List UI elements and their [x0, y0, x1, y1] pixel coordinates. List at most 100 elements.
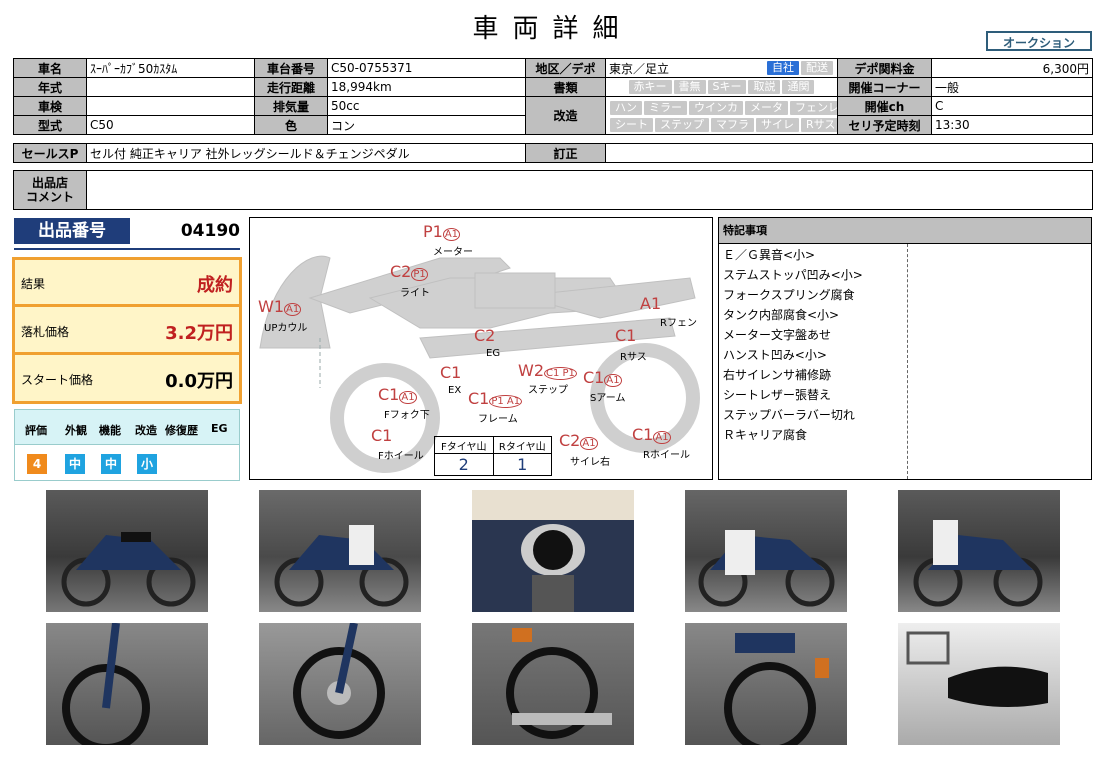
time-label: セリ予定時刻 — [837, 115, 932, 135]
note-item: メーター文字盤あせ — [723, 328, 832, 342]
mod-tags: ハンミラーウインカメータフェンレス シートステップマフラサイレRサス — [605, 96, 838, 135]
damage-mark: C2 P1 — [390, 262, 428, 281]
damage-mark: C1 A1 — [632, 425, 671, 444]
region-tag-own: 自社 — [767, 60, 799, 75]
fee-label: デポ関料金 — [837, 58, 932, 78]
mark-code: W1 — [258, 297, 284, 316]
start-value: 0.0万円 — [165, 371, 233, 392]
docs-tag: 取説 — [748, 80, 781, 94]
damage-mark: C1 — [615, 326, 636, 345]
region-cell: 東京／足立 自社 配送 — [605, 58, 838, 78]
mod-tag: ハン — [610, 100, 642, 115]
lot-number: 04190 — [180, 221, 240, 241]
note-item: シートレザー張替え — [723, 388, 832, 402]
mod-tag: ウインカ — [689, 100, 743, 115]
mark-sub: A1 — [580, 437, 598, 450]
vehicle-photo[interactable] — [685, 623, 847, 745]
sales-label: セールスP — [13, 143, 87, 163]
mark-code: C1 — [615, 326, 637, 345]
year-value — [86, 77, 255, 97]
mod-tag: サイレ — [756, 117, 799, 132]
mark-code: P1 — [423, 222, 443, 241]
vehicle-photo[interactable] — [259, 623, 421, 745]
note-item: ハンスト凹み<小> — [723, 348, 827, 362]
inspection-value — [86, 96, 255, 116]
tyre-table: Fタイヤ山 Rタイヤ山 2 1 — [434, 435, 552, 476]
mark-label: Fフォク下 — [384, 410, 430, 421]
correction-label: 訂正 — [525, 143, 606, 163]
mark-label: Rサス — [620, 352, 647, 363]
vehicle-photo[interactable] — [898, 490, 1060, 612]
mark-label: Sアーム — [590, 393, 626, 404]
vehicle-photo[interactable] — [685, 490, 847, 612]
docs-tag: 赤キー — [628, 80, 672, 94]
region-value: 東京／足立 — [609, 61, 670, 76]
grade-header: 機能 — [99, 424, 121, 437]
correction-value — [605, 143, 1093, 163]
comment-label-1: 出品店 — [31, 176, 68, 190]
grade-function: 中 — [101, 454, 121, 474]
damage-mark: C1 — [440, 363, 461, 382]
mark-label: フレーム — [478, 414, 518, 425]
grade-score: 4 — [27, 454, 47, 474]
model-value: ｽｰﾊﾟｰｶﾌﾞ50ｶｽﾀﾑ — [86, 58, 255, 78]
comment-table: 出品店 コメント — [13, 170, 1093, 210]
grade-header: 評価 — [25, 424, 47, 437]
note-item: ステムストッパ凹み<小> — [723, 268, 863, 282]
note-item: 右サイレンサ補修跡 — [723, 368, 832, 382]
mod-tag: Rサス — [801, 117, 837, 132]
mark-code: C1 — [440, 363, 462, 382]
comment-label-2: コメント — [25, 190, 74, 204]
mod-tag: マフラ — [711, 117, 754, 132]
mark-sub: A1 — [653, 431, 671, 444]
vehicle-photo[interactable] — [46, 490, 208, 612]
notes-panel: 特記事項 Ｅ／Ｇ異音<小> ステムストッパ凹み<小> フォークスプリング腐食 タ… — [718, 217, 1092, 480]
frame-label: 車台番号 — [254, 58, 328, 78]
mark-label: EX — [448, 385, 462, 396]
time-value: 13:30 — [931, 115, 1093, 135]
mark-code: C1 — [378, 385, 400, 404]
mod-tag: メータ — [745, 100, 788, 115]
mark-sub: A1 — [284, 303, 302, 316]
frame-value: C50-0755371 — [327, 58, 526, 78]
damage-mark: C1 A1 — [378, 385, 417, 404]
region-tag-delivery: 配送 — [801, 60, 833, 75]
displacement-value: 50cc — [327, 96, 526, 116]
mod-tag: フェンレス — [790, 100, 837, 115]
result-label: 結果 — [21, 277, 46, 291]
model-label: 車名 — [13, 58, 87, 78]
price-row: 落札価格 3.2万円 — [15, 308, 239, 355]
vehicle-photo[interactable] — [472, 623, 634, 745]
damage-mark: C1 A1 — [583, 368, 622, 387]
docs-tag: 通関 — [782, 80, 815, 94]
vehicle-photo[interactable] — [472, 490, 634, 612]
lot-divider — [14, 248, 240, 250]
vehicle-photo[interactable] — [259, 490, 421, 612]
lot-label: 出品番号 — [14, 218, 130, 244]
rear-tyre-value: 1 — [492, 453, 552, 476]
mod-tag: ミラー — [644, 100, 687, 115]
page-title: 車両詳細 — [472, 14, 633, 44]
mark-sub: P1 A1 — [489, 395, 523, 408]
color-value: コン — [327, 115, 526, 135]
grade-exterior: 中 — [65, 454, 85, 474]
docs-tags: 赤キー 書無 Sキー 取説 通関 — [605, 77, 838, 97]
start-row: スタート価格 0.0万円 — [15, 356, 239, 403]
comment-label: 出品店 コメント — [13, 170, 87, 210]
grade-values: 4 中 中 小 — [14, 445, 240, 481]
damage-mark: C2 A1 — [559, 431, 598, 450]
mark-code: A1 — [640, 294, 662, 313]
auction-button[interactable]: オークション — [986, 31, 1092, 51]
docs-tag: Sキー — [707, 80, 747, 94]
corner-value: 一般 — [931, 77, 1093, 97]
vehicle-photo[interactable] — [898, 623, 1060, 745]
corner-label: 開催コーナー — [837, 77, 932, 97]
inspection-label: 車検 — [13, 96, 87, 116]
vehicle-photo[interactable] — [46, 623, 208, 745]
grade-header: 改造 — [135, 424, 157, 437]
rear-tyre-label: Rタイヤ山 — [492, 435, 552, 455]
grade-header: 外観 — [65, 424, 87, 437]
mark-label: ステップ — [528, 385, 568, 396]
notes-divider — [907, 244, 908, 479]
mark-sub: P1 — [411, 268, 428, 281]
